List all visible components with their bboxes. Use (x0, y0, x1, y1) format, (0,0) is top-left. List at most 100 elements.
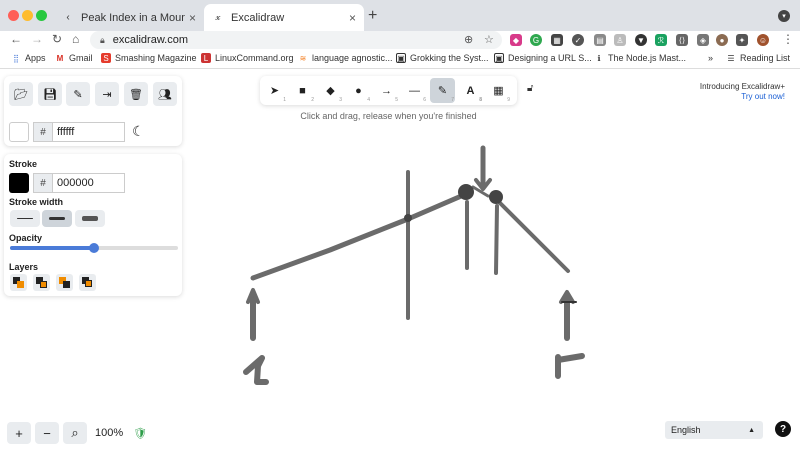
tool-shortcut: 3 (339, 97, 342, 103)
back-arrow-icon[interactable]: ← (10, 32, 22, 46)
tool-arrow[interactable]: → 5 (374, 78, 399, 104)
tool-line[interactable]: —6 (402, 78, 427, 104)
diamond-icon: ◆ (326, 85, 335, 97)
bookmark-designing-url[interactable]: ▣ Designing a URL S... (494, 53, 592, 63)
bookmark-gmail[interactable]: M Gmail (55, 53, 93, 63)
extension-icon[interactable]: ♙ (614, 34, 626, 46)
tool-text[interactable]: A8 (458, 78, 483, 104)
canvas-stroke (250, 191, 469, 281)
save-icon[interactable]: 💾︎ (38, 82, 62, 106)
extension-icon[interactable]: ▦ (551, 34, 563, 46)
collaborate-icon[interactable]: 👥︎ (153, 82, 177, 106)
pencil-icon: ✎ (437, 85, 448, 97)
forward-arrow-icon[interactable]: → (31, 32, 43, 46)
bookmark-smashing[interactable]: S Smashing Magazine (101, 53, 197, 63)
background-color-input[interactable]: ffffff (53, 122, 125, 142)
excalidraw-app: 📂︎ 💾︎ ✎ ⇥ 🗑︎ 👥︎ # ffffff ☾ Stroke # 0000… (0, 70, 800, 450)
bookmark-linuxcommand[interactable]: L LinuxCommand.org (201, 53, 294, 63)
bookmark-label: LinuxCommand.org (215, 53, 294, 63)
tool-draw[interactable]: ✎ 7 (430, 78, 455, 103)
home-icon[interactable]: ⌂ (72, 32, 79, 46)
dark-mode-moon-icon[interactable]: ☾ (132, 123, 145, 140)
bookmark-star-icon[interactable]: ☆ (484, 33, 494, 46)
stroke-width-bold-button[interactable] (42, 210, 72, 227)
window-close-button[interactable] (8, 10, 19, 21)
bookmark-language-agnostic[interactable]: ≋ language agnostic... (298, 53, 393, 63)
extension-icon[interactable]: ✓ (572, 34, 584, 46)
bring-forward-icon[interactable] (56, 274, 73, 291)
bookmark-nodejs[interactable]: ℹ The Node.js Mast... (594, 53, 686, 63)
opacity-slider-fill (10, 246, 94, 250)
stroke-width-thin-button[interactable] (10, 210, 40, 227)
extension-icon[interactable]: ◆ (510, 34, 522, 46)
help-button[interactable]: ? (775, 421, 791, 437)
tool-lock-icon[interactable]: 🔓︎ (527, 83, 533, 94)
extension-icon[interactable]: ▤ (594, 34, 606, 46)
plus-icon: + (15, 425, 23, 441)
encryption-shield-icon[interactable]: 🛡︎ (133, 427, 147, 440)
opacity-slider-thumb[interactable] (89, 243, 99, 253)
extension-icon[interactable]: ◈ (697, 34, 709, 46)
trash-icon[interactable]: 🗑︎ (124, 82, 148, 106)
extension-icon[interactable]: ⟨⟩ (676, 34, 688, 46)
tool-diamond[interactable]: ◆ 3 (318, 78, 343, 103)
line-icon: — (409, 84, 420, 97)
tab-title: Peak Index in a Mountain Array (81, 11, 185, 24)
browser-tab-excalidraw[interactable]: 𝓍 Excalidraw × (204, 4, 364, 31)
tool-selection[interactable]: ➤ 1 (262, 78, 287, 103)
browser-tab-peak-index[interactable]: ‹ Peak Index in a Mountain Array × (54, 4, 204, 31)
tool-rectangle[interactable]: ■ 2 (290, 78, 315, 104)
tab-search-chevron-icon[interactable]: ▾ (778, 10, 790, 22)
browser-menu-icon[interactable]: ⋮ (782, 32, 794, 46)
zoom-in-button[interactable]: + (7, 422, 31, 444)
grok-icon: ▣ (396, 53, 406, 63)
more-bookmarks-button[interactable]: » (708, 53, 713, 63)
background-color-swatch[interactable] (9, 122, 29, 142)
stroke-color-input[interactable]: 000000 (53, 173, 125, 193)
bring-to-front-icon[interactable] (79, 274, 96, 291)
bookmark-reading-list[interactable]: ☰ Reading List (726, 53, 790, 63)
tool-shortcut: 7 (451, 97, 454, 103)
save-as-icon[interactable]: ✎ (66, 82, 90, 106)
opacity-slider[interactable] (10, 243, 178, 253)
library-grid-icon: ▦ (493, 85, 504, 97)
info-icon: ℹ (597, 53, 601, 63)
minus-icon: − (43, 425, 51, 441)
grammarly-extension-icon[interactable]: G (530, 34, 542, 46)
tool-shortcut: 6 (423, 97, 426, 103)
promo-try-link[interactable]: Try out now! (700, 92, 785, 102)
send-backward-icon[interactable] (33, 274, 50, 291)
extensions-puzzle-icon[interactable]: ✦ (736, 34, 748, 46)
tool-shortcut: 8 (479, 97, 482, 103)
stack-icon: ≋ (299, 53, 307, 63)
reload-icon[interactable]: ↻ (52, 32, 62, 46)
stroke-color-swatch[interactable] (9, 173, 29, 193)
close-tab-icon[interactable]: × (349, 11, 356, 25)
reset-zoom-button[interactable]: ⌕ (63, 422, 87, 444)
install-app-icon[interactable]: ⊕ (464, 33, 473, 46)
zoom-out-button[interactable]: − (35, 422, 59, 444)
bookmark-apps[interactable]: ⣿ Apps (11, 53, 45, 63)
profile-avatar[interactable]: ☺ (757, 34, 769, 46)
extension-icon[interactable]: ℛ (655, 34, 667, 46)
extension-icon[interactable]: ● (716, 34, 728, 46)
window-minimize-button[interactable] (22, 10, 33, 21)
browser-tab-bar: ‹ Peak Index in a Mountain Array × 𝓍 Exc… (0, 0, 800, 31)
tool-library[interactable]: ▦ 9 (486, 78, 511, 103)
window-maximize-button[interactable] (36, 10, 47, 21)
open-folder-icon[interactable]: 📂︎ (9, 82, 33, 106)
new-tab-plus-icon[interactable]: + (368, 7, 377, 25)
url-input[interactable]: 🔒︎ excalidraw.com (90, 31, 502, 49)
bookmark-label: Gmail (69, 53, 93, 63)
bookmark-grokking[interactable]: ▣ Grokking the Syst... (396, 53, 489, 63)
export-icon[interactable]: ⇥ (95, 82, 119, 106)
language-select[interactable]: English ▲ (665, 421, 763, 439)
tool-shortcut: 9 (507, 97, 510, 103)
close-tab-icon[interactable]: × (189, 11, 196, 25)
grid-icon: ⣿ (13, 53, 19, 63)
stroke-width-extra-bold-button[interactable] (75, 210, 105, 227)
tool-ellipse[interactable]: ● 4 (346, 78, 371, 104)
send-to-back-icon[interactable] (10, 274, 27, 291)
extension-icon[interactable]: ▼ (635, 34, 647, 46)
promo-title: Introducing Excalidraw+ (699, 82, 785, 91)
